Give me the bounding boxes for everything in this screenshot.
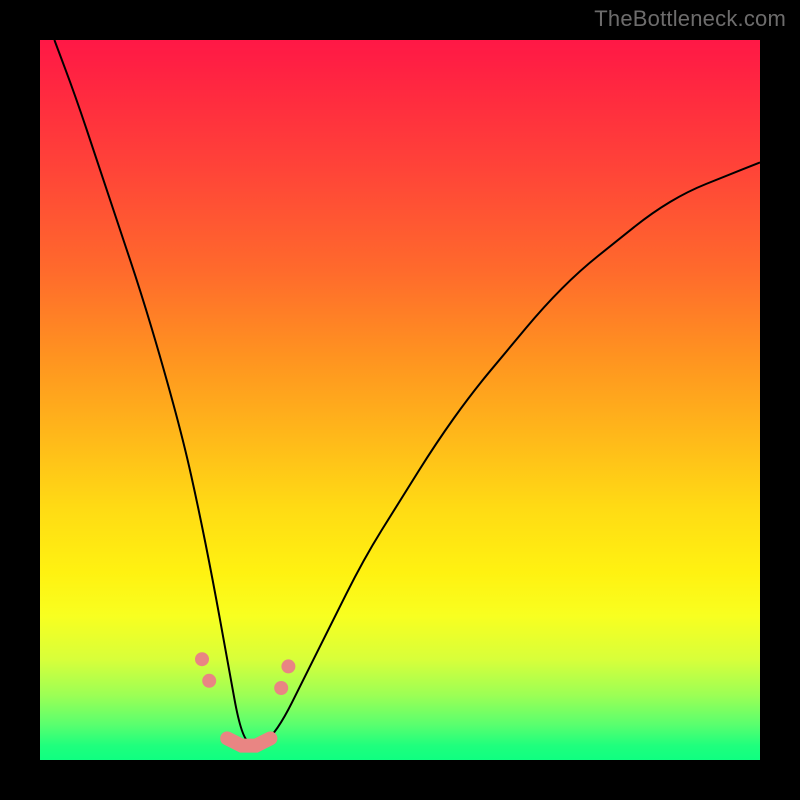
bottleneck-curve	[54, 40, 760, 744]
chart-frame: TheBottleneck.com	[0, 0, 800, 800]
marker-dot	[281, 659, 295, 673]
marker-dot	[195, 652, 209, 666]
watermark-text: TheBottleneck.com	[594, 6, 786, 32]
marker-dot	[274, 681, 288, 695]
trough-segment	[227, 738, 270, 745]
plot-area	[40, 40, 760, 760]
marker-dot	[202, 674, 216, 688]
trough-markers	[195, 652, 295, 745]
bottleneck-curve-svg	[40, 40, 760, 760]
